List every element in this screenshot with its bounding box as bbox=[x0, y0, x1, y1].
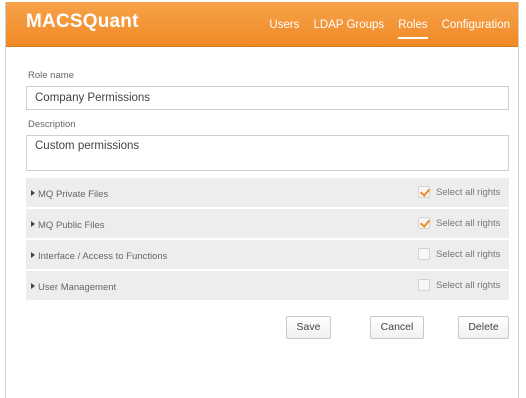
rights-row-title: Interface / Access to Functions bbox=[38, 251, 168, 262]
role-name-input[interactable]: Company Permissions bbox=[26, 86, 509, 110]
nav-configuration[interactable]: Configuration bbox=[442, 6, 510, 43]
delete-button[interactable]: Delete bbox=[458, 316, 509, 339]
rights-row-interface-access[interactable]: Interface / Access to Functions Select a… bbox=[26, 240, 509, 271]
select-all-checkbox[interactable] bbox=[418, 248, 430, 260]
expand-arrow-icon[interactable] bbox=[31, 190, 35, 196]
expand-arrow-icon[interactable] bbox=[31, 283, 35, 289]
expand-arrow-icon[interactable] bbox=[31, 221, 35, 227]
save-button[interactable]: Save bbox=[286, 316, 331, 339]
main-nav: Users LDAP Groups Roles Configuration bbox=[255, 2, 510, 46]
description-textarea[interactable]: Custom permissions bbox=[26, 135, 509, 171]
app-window: MACSQuant Users LDAP Groups Roles Config… bbox=[5, 2, 519, 398]
select-all-label[interactable]: Select all rights bbox=[436, 187, 500, 198]
select-all-checkbox[interactable] bbox=[418, 279, 430, 291]
top-bar: MACSQuant Users LDAP Groups Roles Config… bbox=[6, 2, 518, 47]
nav-roles[interactable]: Roles bbox=[398, 6, 429, 43]
select-all-checkbox[interactable] bbox=[418, 217, 430, 229]
role-name-label: Role name bbox=[28, 70, 74, 81]
rights-row-mq-private-files[interactable]: MQ Private Files Select all rights bbox=[26, 178, 509, 209]
rights-row-title: User Management bbox=[38, 282, 117, 293]
select-all-checkbox[interactable] bbox=[418, 186, 430, 198]
rights-row-title: MQ Public Files bbox=[38, 220, 105, 231]
rights-row-mq-public-files[interactable]: MQ Public Files Select all rights bbox=[26, 209, 509, 240]
rights-row-title: MQ Private Files bbox=[38, 189, 109, 200]
rights-list: MQ Private Files Select all rights MQ Pu… bbox=[26, 178, 509, 302]
expand-arrow-icon[interactable] bbox=[31, 252, 35, 258]
app-title: MACSQuant bbox=[26, 11, 139, 32]
select-all-label[interactable]: Select all rights bbox=[436, 249, 500, 260]
select-all-label[interactable]: Select all rights bbox=[436, 280, 500, 291]
description-label: Description bbox=[28, 119, 76, 130]
cancel-button[interactable]: Cancel bbox=[370, 316, 424, 339]
rights-row-user-management[interactable]: User Management Select all rights bbox=[26, 271, 509, 302]
nav-ldap-groups[interactable]: LDAP Groups bbox=[313, 6, 384, 43]
nav-users[interactable]: Users bbox=[269, 6, 299, 43]
select-all-label[interactable]: Select all rights bbox=[436, 218, 500, 229]
